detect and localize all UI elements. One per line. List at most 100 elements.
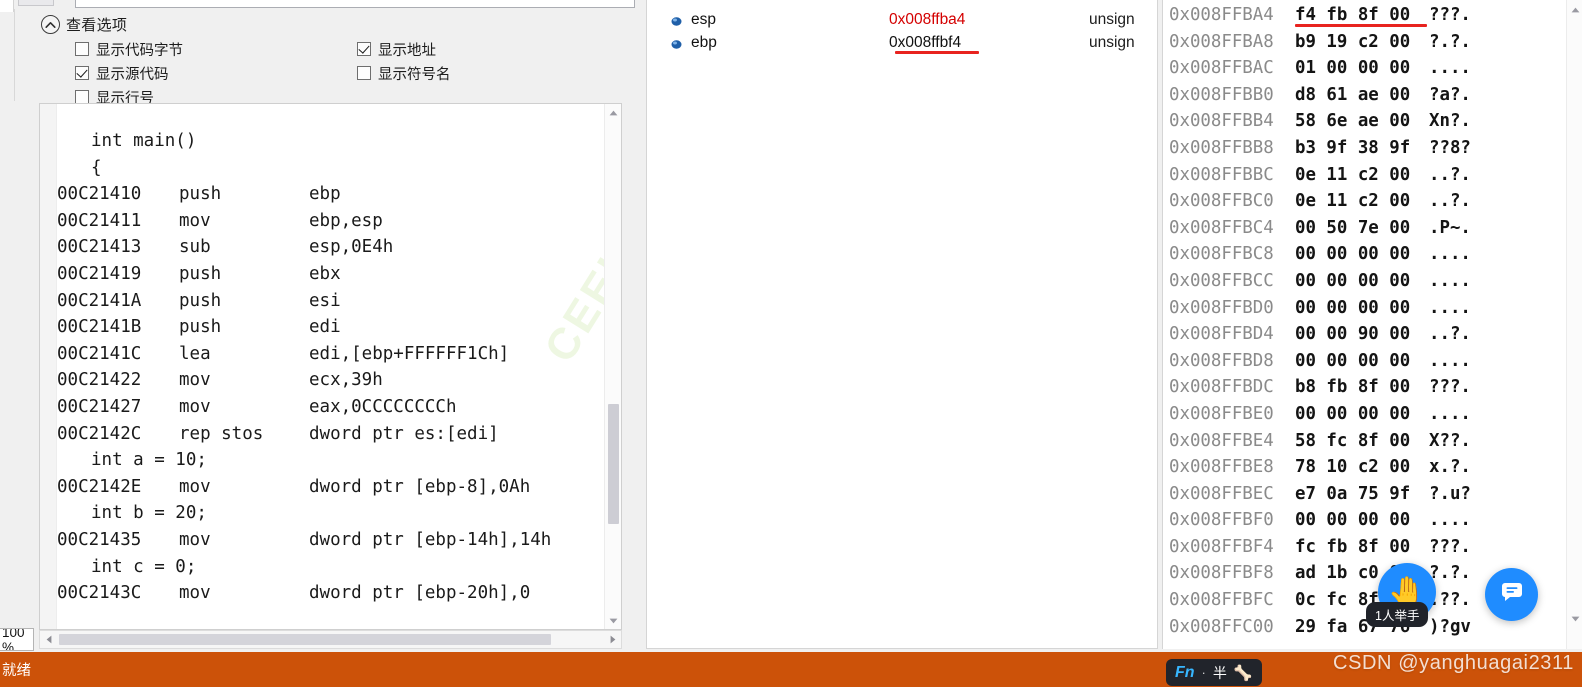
memory-hex-bytes[interactable]: 00 00 00 00 (1295, 507, 1429, 534)
option-show-address[interactable]: 显示地址 (357, 37, 451, 61)
disassembly-horizontal-scrollbar[interactable] (39, 630, 622, 649)
memory-row[interactable]: 0x008FFBE0 00 00 00 00.... (1163, 401, 1566, 428)
memory-row[interactable]: 0x008FFBE8 78 10 c2 00 x.?. (1163, 454, 1566, 481)
ime-indicator[interactable]: Fn · 半 🦴 (1166, 659, 1262, 686)
disassembly-line[interactable]: 00C2143C mov dword ptr [ebp-20h],0 (57, 580, 603, 607)
memory-hex-bytes[interactable]: 0e 11 c2 00 (1295, 188, 1429, 215)
memory-row[interactable]: 0x008FFBAC 01 00 00 00.... (1163, 55, 1566, 82)
disassembly-line[interactable]: 00C21411 mov ebp,esp (57, 208, 603, 235)
memory-ascii: ???. (1429, 536, 1471, 557)
memory-row[interactable]: 0x008FFBA4 f4 fb 8f 00???. (1163, 2, 1566, 29)
option-show-code-bytes[interactable]: 显示代码字节 (75, 37, 183, 61)
watch-row[interactable]: ebp 0x008ffbf4 unsign (647, 31, 1157, 54)
memory-row[interactable]: 0x008FFBC8 00 00 00 00.... (1163, 241, 1566, 268)
memory-scrollbar[interactable] (1566, 0, 1582, 649)
memory-hex-bytes[interactable]: 58 fc 8f 00 (1295, 428, 1429, 455)
chat-button[interactable] (1485, 568, 1538, 621)
horizontal-scroll-thumb[interactable] (59, 634, 551, 645)
watch-window[interactable]: esp0x008ffba4unsignebp0x008ffbf4unsign p… (646, 0, 1582, 649)
checkbox-show-address[interactable] (357, 42, 371, 56)
source-line[interactable]: { (57, 155, 603, 182)
toolbar-button-sliver[interactable] (18, 0, 54, 6)
watch-row[interactable]: esp 0x008ffba4 unsign (647, 8, 1157, 31)
memory-hex-bytes[interactable]: 00 00 00 00 (1295, 348, 1429, 375)
disassembly-pane[interactable]: CEEILIYDC int main(){00C21410 push ebp 00C2… (39, 103, 622, 630)
address-combobox[interactable] (75, 0, 635, 8)
option-show-source[interactable]: 显示源代码 (75, 61, 183, 85)
memory-row[interactable]: 0x008FFBF0 00 00 00 00.... (1163, 507, 1566, 534)
checkbox-show-symbol-names[interactable] (357, 66, 371, 80)
source-line[interactable]: int main() (57, 128, 603, 155)
memory-hex-bytes[interactable]: e7 0a 75 9f (1295, 481, 1429, 508)
ime-fn-label: Fn (1175, 663, 1195, 681)
memory-scroll-up-icon[interactable] (1567, 2, 1582, 18)
disassembly-line[interactable]: 00C21410 push ebp (57, 181, 603, 208)
memory-hex-bytes[interactable]: 78 10 c2 00 (1295, 454, 1429, 481)
memory-row[interactable]: 0x008FFBE4 58 fc 8f 00 X??. (1163, 428, 1566, 455)
memory-row[interactable]: 0x008FFBB8 b3 9f 38 9f ??8? (1163, 135, 1566, 162)
source-line[interactable]: int c = 0; (57, 554, 603, 581)
memory-row[interactable]: 0x008FFBBC 0e 11 c2 00..?. (1163, 162, 1566, 189)
disassembly-vertical-scrollbar[interactable] (604, 104, 621, 629)
disassembly-gutter[interactable] (40, 104, 57, 629)
memory-row[interactable]: 0x008FFBF4 fc fb 8f 00???. (1163, 534, 1566, 561)
status-text: 就绪 (2, 663, 31, 679)
disassembly-line[interactable]: 00C21435 mov dword ptr [ebp-14h],14h (57, 527, 603, 554)
checkbox-show-line-numbers[interactable] (75, 90, 89, 104)
option-show-symbol-names[interactable]: 显示符号名 (357, 61, 451, 85)
memory-scroll-down-icon[interactable] (1567, 611, 1582, 627)
watch-variable-value[interactable]: 0x008ffba4 (889, 11, 965, 29)
memory-hex-bytes[interactable]: b8 fb 8f 00 (1295, 374, 1429, 401)
disassembly-line[interactable]: 00C21422 mov ecx,39h (57, 367, 603, 394)
source-line[interactable]: int a = 10; (57, 447, 603, 474)
memory-hex-bytes[interactable]: d8 61 ae 00 (1295, 82, 1429, 109)
instruction-address: 00C21419 (57, 263, 142, 284)
memory-hex-bytes[interactable]: 00 00 90 00 (1295, 321, 1429, 348)
memory-hex-bytes[interactable]: b9 19 c2 00 (1295, 29, 1429, 56)
memory-row[interactable]: 0x008FFBA8 b9 19 c2 00?.?. (1163, 29, 1566, 56)
watch-variable-value[interactable]: 0x008ffbf4 (889, 34, 961, 52)
memory-hex-bytes[interactable]: fc fb 8f 00 (1295, 534, 1429, 561)
memory-row[interactable]: 0x008FFBEC e7 0a 75 9f ?.u? (1163, 481, 1566, 508)
disassembly-line[interactable]: 00C2141A push esi (57, 288, 603, 315)
memory-ascii: .... (1429, 58, 1471, 79)
scroll-right-icon[interactable] (604, 631, 621, 648)
memory-row[interactable]: 0x008FFBB0 d8 61 ae 00 ?a?. (1163, 82, 1566, 109)
memory-hex-bytes[interactable]: 58 6e ae 00 (1295, 108, 1429, 135)
checkbox-show-code-bytes[interactable] (75, 42, 89, 56)
memory-hex-bytes[interactable]: 00 00 00 00 (1295, 241, 1429, 268)
chevron-up-icon[interactable] (41, 15, 60, 34)
memory-hex-bytes[interactable]: 00 00 00 00 (1295, 295, 1429, 322)
zoom-level-input[interactable]: 100 % (0, 628, 34, 651)
disassembly-line[interactable]: 00C2141C lea edi,[ebp+FFFFFF1Ch] (57, 341, 603, 368)
memory-hex-bytes[interactable]: 01 00 00 00 (1295, 55, 1429, 82)
memory-row[interactable]: 0x008FFBC0 0e 11 c2 00..?. (1163, 188, 1566, 215)
memory-window[interactable]: 0x008FFBA4 f4 fb 8f 00???. 0x008FFBA8 b9 19… (1162, 0, 1582, 649)
scroll-left-icon[interactable] (40, 631, 57, 648)
scroll-down-icon[interactable] (605, 612, 621, 629)
disassembly-line[interactable]: 00C21419 push ebx (57, 261, 603, 288)
disassembly-line[interactable]: 00C21413 sub esp,0E4h (57, 234, 603, 261)
memory-row[interactable]: 0x008FFBC4 00 50 7e 00 .P~. (1163, 215, 1566, 242)
memory-row[interactable]: 0x008FFBDC b8 fb 8f 00???. (1163, 374, 1566, 401)
disassembly-scroll-thumb[interactable] (608, 404, 619, 524)
memory-hex-bytes[interactable]: 00 00 00 00 (1295, 401, 1429, 428)
disassembly-line[interactable]: 00C2142E mov dword ptr [ebp-8],0Ah (57, 474, 603, 501)
disassembly-line[interactable]: 00C2142C rep stos dword ptr es:[edi] (57, 421, 603, 448)
disassembly-line[interactable]: 00C21427 mov eax,0CCCCCCCCh (57, 394, 603, 421)
memory-row[interactable]: 0x008FFBD4 00 00 90 00..?. (1163, 321, 1566, 348)
checkbox-show-source[interactable] (75, 66, 89, 80)
memory-row[interactable]: 0x008FFBB4 58 6e ae 00 Xn?. (1163, 108, 1566, 135)
memory-hex-bytes[interactable]: 0e 11 c2 00 (1295, 162, 1429, 189)
view-options-header[interactable]: 查看选项 (41, 14, 127, 35)
memory-hex-bytes[interactable]: 00 00 00 00 (1295, 268, 1429, 295)
memory-row[interactable]: 0x008FFBD0 00 00 00 00.... (1163, 295, 1566, 322)
view-options-panel: 查看选项 显示代码字节 显示源代码 显示行号 显示地址 显示符号名 (14, 9, 640, 107)
memory-row[interactable]: 0x008FFBCC 00 00 00 00.... (1163, 268, 1566, 295)
memory-row[interactable]: 0x008FFBD8 00 00 00 00.... (1163, 348, 1566, 375)
source-line[interactable]: int b = 20; (57, 500, 603, 527)
scroll-up-icon[interactable] (605, 104, 621, 121)
disassembly-line[interactable]: 00C2141B push edi (57, 314, 603, 341)
memory-hex-bytes[interactable]: b3 9f 38 9f (1295, 135, 1429, 162)
memory-hex-bytes[interactable]: 00 50 7e 00 (1295, 215, 1429, 242)
